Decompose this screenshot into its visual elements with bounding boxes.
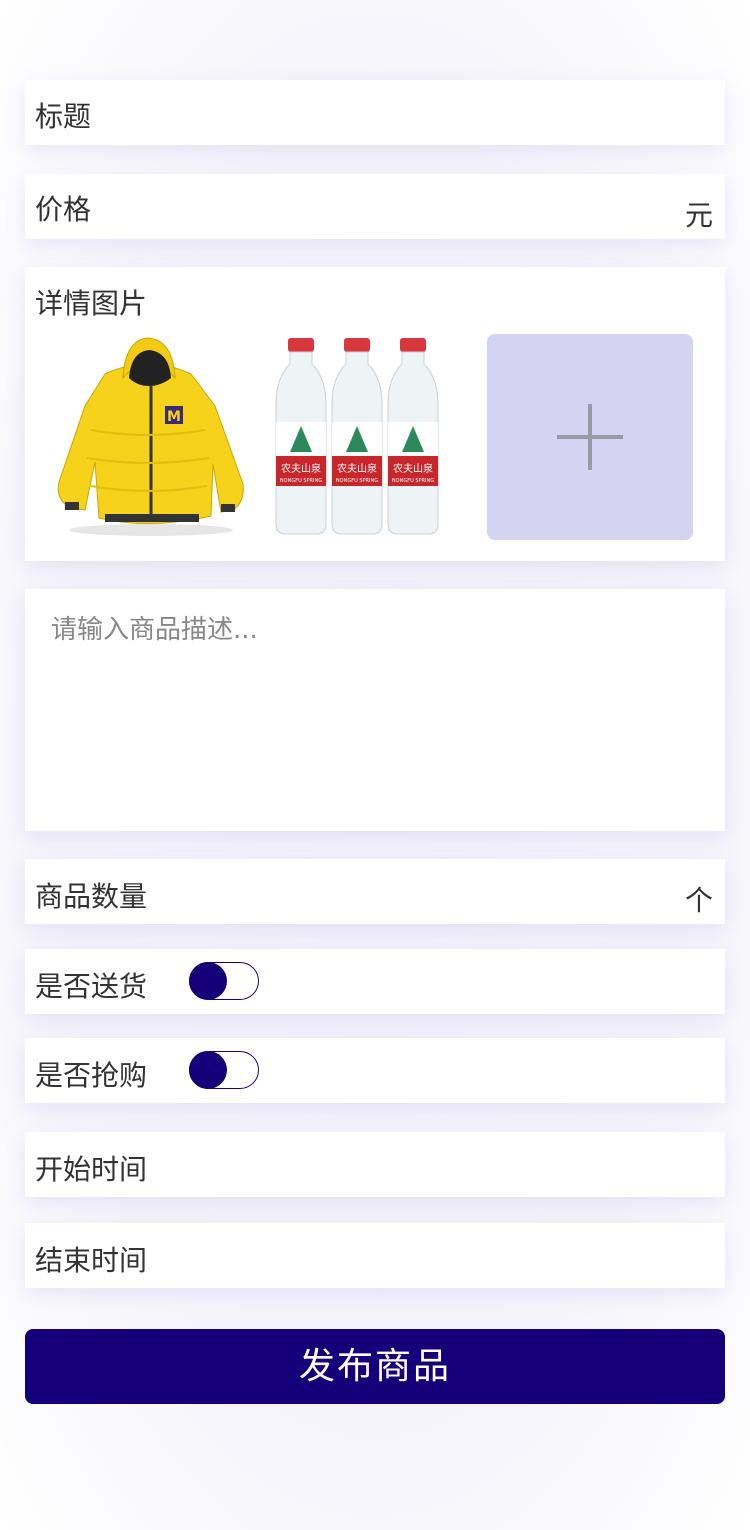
description-card (25, 589, 725, 831)
plus-icon-vertical (588, 404, 592, 470)
quantity-unit: 个 (684, 884, 713, 917)
yellow-jacket-image[interactable]: M (45, 334, 251, 540)
publish-product-page: 标题 价格 元 详情图片 M 农夫山泉 NONGFU SPRING 请输入商品描… (0, 0, 750, 1530)
end-time-row[interactable]: 结束时间 (25, 1223, 725, 1288)
delivery-toggle[interactable] (189, 962, 259, 1000)
toggle-knob (189, 962, 227, 1000)
price-input[interactable] (135, 186, 659, 228)
price-unit: 元 (684, 199, 713, 232)
quantity-input[interactable] (195, 871, 659, 913)
svg-text:M: M (167, 409, 181, 425)
publish-button[interactable]: 发布商品 (25, 1329, 725, 1404)
flash-sale-label: 是否抢购 (35, 1059, 148, 1092)
detail-images-label: 详情图片 (35, 287, 148, 320)
flash-sale-row: 是否抢购 (25, 1038, 725, 1103)
title-row: 标题 (25, 80, 725, 145)
add-image-button[interactable] (487, 334, 693, 540)
start-time-label: 开始时间 (35, 1153, 148, 1186)
toggle-knob (189, 1051, 227, 1089)
title-input[interactable] (135, 92, 709, 134)
description-textarea[interactable] (49, 607, 703, 811)
quantity-label: 商品数量 (35, 880, 148, 913)
water-bottles-image[interactable]: 农夫山泉 NONGFU SPRING (266, 334, 472, 540)
start-time-row[interactable]: 开始时间 (25, 1132, 725, 1197)
delivery-row: 是否送货 (25, 949, 725, 1014)
quantity-row: 商品数量 个 (25, 859, 725, 924)
flash-sale-toggle[interactable] (189, 1051, 259, 1089)
svg-text:农夫山泉: 农夫山泉 (281, 462, 321, 475)
detail-images-card: 详情图片 M 农夫山泉 NONGFU SPRING (25, 267, 725, 561)
price-row: 价格 元 (25, 174, 725, 239)
title-label: 标题 (35, 100, 92, 133)
end-time-label: 结束时间 (35, 1244, 148, 1277)
svg-text:NONGFU SPRING: NONGFU SPRING (280, 478, 322, 484)
price-label: 价格 (35, 193, 92, 226)
delivery-label: 是否送货 (35, 970, 148, 1003)
